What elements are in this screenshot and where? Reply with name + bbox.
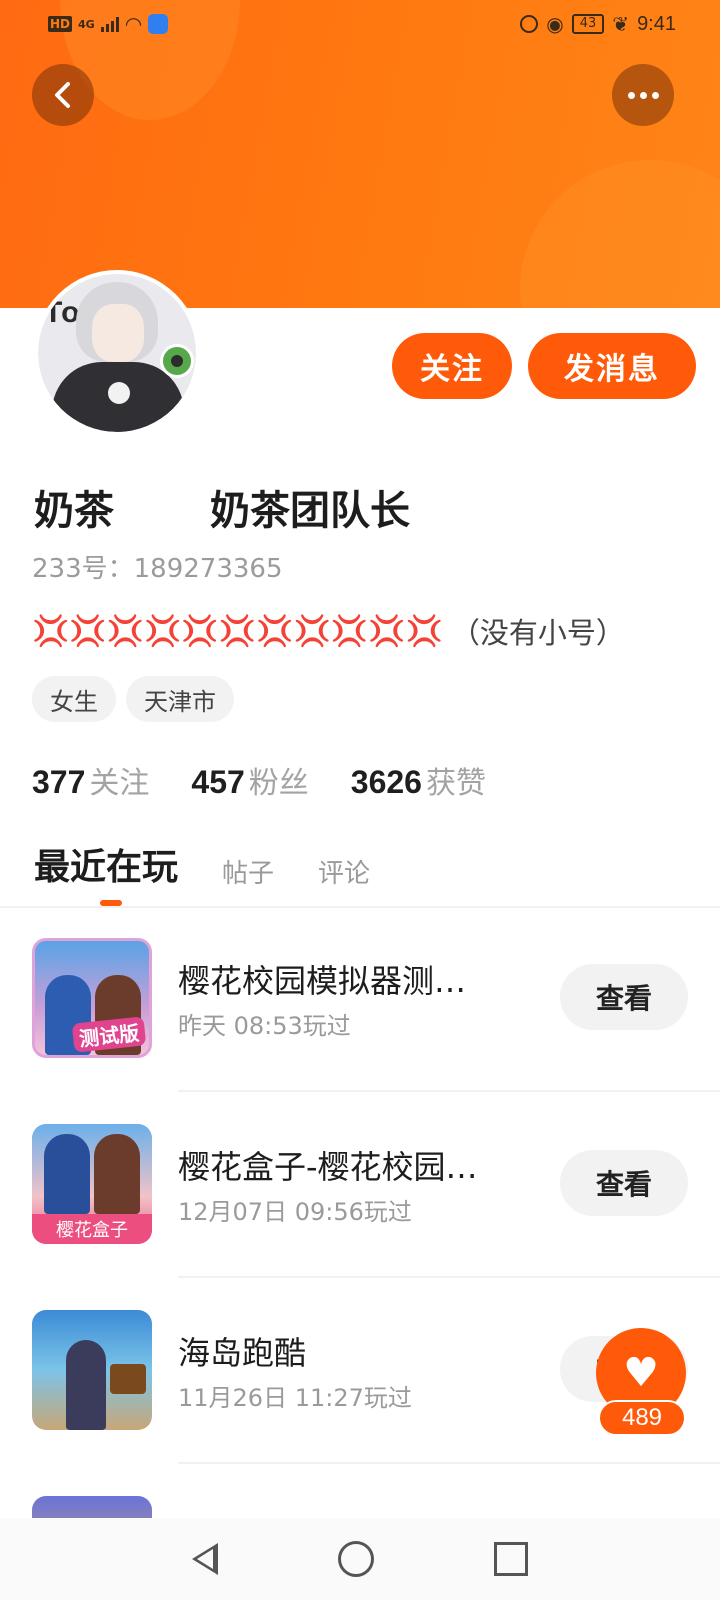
user-id-label: 233号：: [32, 554, 134, 584]
game-title: 樱花盒子-樱花校园…: [178, 1148, 478, 1186]
list-item[interactable]: 樱花盒子 樱花盒子-樱花校园… 12月07日 09:56玩过 查看: [0, 1092, 720, 1278]
wifi-icon: ◠: [124, 12, 143, 36]
list-item[interactable]: 测试版 樱花校园模拟器测… 昨天 08:53玩过 查看: [0, 906, 720, 1092]
game-played-time: 12月07日 09:56玩过: [178, 1198, 412, 1226]
likes-stat[interactable]: 3626 获赞: [351, 758, 486, 802]
profile-page: HD 4G ◠ ◉ 43 ❦ 9:41 Too 关注 发消息 奶茶 奶茶团队长 …: [0, 0, 720, 1600]
game-icon-badge: 樱花盒子: [32, 1214, 152, 1244]
likes-count: 3626: [350, 764, 422, 800]
anger-emoji-row: 💢💢💢💢💢💢💢💢💢💢💢: [32, 613, 443, 649]
nickname: 奶茶: [34, 488, 114, 534]
tab-comments[interactable]: 评论: [318, 853, 370, 890]
likes-label: 获赞: [425, 766, 486, 801]
location-tag: 天津市: [126, 676, 234, 722]
skull-badge-icon: [160, 344, 194, 378]
game-title: 海岛跑酷: [178, 1334, 307, 1372]
heart-icon: ♥: [623, 1350, 659, 1396]
back-button[interactable]: [32, 64, 94, 126]
following-label: 关注: [89, 766, 150, 801]
clock: 9:41: [637, 12, 676, 35]
user-title: 奶茶团队长: [210, 488, 410, 534]
game-played-time: 11月26日 11:27玩过: [178, 1384, 412, 1412]
hd-indicator: HD: [48, 16, 73, 32]
content-tabs: 最近在玩 帖子 评论: [34, 838, 370, 890]
view-button[interactable]: 查看: [560, 964, 688, 1030]
app-notification-icon: [148, 14, 169, 34]
bio-note: （没有小号）: [450, 616, 625, 650]
game-title: 樱花校园模拟器测…: [178, 962, 467, 1000]
sakura-box-icon: 樱花盒子: [32, 1124, 152, 1244]
system-nav-bar: [0, 1518, 720, 1600]
tab-recently-played[interactable]: 最近在玩: [34, 838, 178, 890]
island-parkour-icon: [32, 1310, 152, 1430]
status-bar: HD 4G ◠ ◉ 43 ❦ 9:41: [0, 0, 720, 48]
gender-tag: 女生: [32, 676, 116, 722]
battery-icon: 43: [571, 14, 605, 34]
like-count-badge: 489: [598, 1400, 686, 1436]
more-dots-icon: [627, 91, 659, 99]
user-id-value: 189273365: [133, 554, 283, 584]
profile-tags: 女生 天津市: [32, 676, 234, 722]
followers-label: 粉丝: [248, 766, 309, 801]
followers-stat[interactable]: 457 粉丝: [191, 758, 308, 802]
profile-stats: 377 关注 457 粉丝 3626 获赞: [32, 758, 486, 802]
network-indicator: 4G: [78, 17, 95, 31]
data-saver-icon: [520, 15, 539, 33]
following-stat[interactable]: 377 关注: [32, 758, 149, 802]
bio: 💢💢💢💢💢💢💢💢💢💢💢 （没有小号）: [32, 610, 625, 652]
view-button[interactable]: 查看: [560, 1150, 688, 1216]
signal-icon: [100, 16, 119, 32]
followers-count: 457: [191, 764, 245, 800]
nav-back-icon[interactable]: [192, 1543, 218, 1575]
user-id: 233号：189273365: [32, 548, 283, 585]
avatar[interactable]: Too: [34, 270, 200, 436]
nav-recent-apps-icon[interactable]: [494, 1542, 528, 1576]
leaf-icon: ❦: [612, 12, 630, 36]
list-item[interactable]: [0, 1464, 720, 1518]
following-count: 377: [32, 764, 86, 800]
send-message-button[interactable]: 发消息: [528, 333, 696, 399]
game-icon: [32, 1496, 152, 1518]
follow-button[interactable]: 关注: [392, 333, 512, 399]
more-button[interactable]: [612, 64, 674, 126]
game-played-time: 昨天 08:53玩过: [178, 1012, 351, 1040]
user-name-row: 奶茶 奶茶团队长: [34, 478, 410, 536]
nav-home-icon[interactable]: [338, 1541, 374, 1577]
eye-comfort-icon: ◉: [546, 12, 564, 36]
tab-posts[interactable]: 帖子: [222, 853, 274, 890]
sakura-test-icon: 测试版: [32, 938, 152, 1058]
chevron-left-icon: [55, 82, 70, 108]
